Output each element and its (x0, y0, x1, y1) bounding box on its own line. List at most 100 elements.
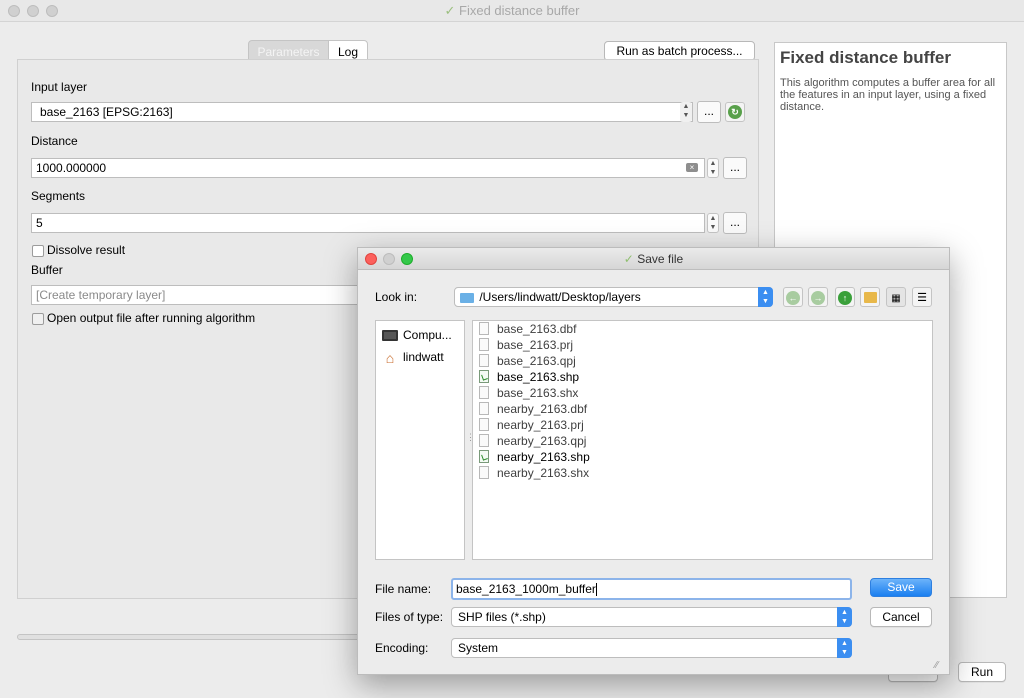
dialog-close-button[interactable] (365, 253, 377, 265)
segments-spinner[interactable]: ▲ ▼ (707, 213, 719, 233)
sidebar-item-computer[interactable]: Compu... (382, 327, 462, 343)
files-of-type-select[interactable]: SHP files (*.shp) ▲ ▼ (451, 607, 852, 627)
file-name-input[interactable]: base_2163_1000m_buffer (451, 578, 852, 600)
iterate-button[interactable]: ↻ (725, 102, 745, 122)
places-sidebar: Compu... ⌂ lindwatt (375, 320, 465, 560)
file-list: base_2163.dbf base_2163.prj base_2163.qp… (472, 320, 933, 560)
input-layer-value: base_2163 [EPSG:2163] (40, 105, 173, 119)
detail-view-button[interactable]: ☰ (912, 287, 932, 307)
list-icon: ☰ (917, 292, 927, 304)
file-icon (479, 338, 489, 352)
look-in-label: Look in: (375, 290, 418, 304)
iterate-icon: ↻ (728, 105, 742, 119)
encoding-label: Encoding: (375, 641, 429, 655)
files-of-type-label: Files of type: (375, 610, 444, 624)
new-folder-button[interactable] (860, 287, 880, 307)
chevron-updown-icon: ▲ ▼ (758, 287, 773, 307)
file-icon (479, 418, 489, 432)
back-icon: ← (786, 291, 800, 305)
open-output-checkbox[interactable] (32, 313, 44, 325)
dialog-titlebar: ✓ Save file (358, 248, 949, 270)
segments-input[interactable]: 5 (31, 213, 705, 233)
list-item[interactable]: nearby_2163.shx (479, 465, 589, 481)
file-icon (479, 322, 489, 336)
shapefile-icon (479, 370, 489, 384)
segments-label: Segments (31, 189, 86, 203)
save-button[interactable]: Save (870, 578, 932, 597)
file-icon (479, 434, 489, 448)
list-item[interactable]: base_2163.dbf (479, 321, 576, 337)
computer-icon (382, 330, 398, 342)
help-title: Fixed distance buffer (780, 48, 951, 67)
dissolve-label: Dissolve result (47, 243, 126, 257)
list-item[interactable]: base_2163.prj (479, 337, 573, 353)
input-layer-browse-button[interactable]: ... (697, 101, 721, 123)
input-layer-select[interactable]: base_2163 [EPSG:2163] ▲ ▼ (31, 102, 693, 122)
home-icon: ⌂ (385, 349, 395, 366)
dialog-title: Save file (637, 252, 684, 266)
qgis-algorithm-icon: ✓ (623, 252, 634, 266)
forward-button[interactable]: → (808, 287, 828, 307)
buffer-placeholder: [Create temporary layer] (36, 288, 166, 302)
chevron-updown-icon: ▲ ▼ (837, 607, 852, 627)
cancel-button[interactable]: Cancel (870, 607, 932, 627)
run-as-batch-button[interactable]: Run as batch process... (604, 41, 755, 61)
dissolve-checkbox[interactable] (32, 245, 44, 257)
qgis-algorithm-icon: ✓ (444, 3, 456, 18)
clear-icon[interactable]: × (686, 163, 698, 172)
window-titlebar: ✓ Fixed distance buffer (0, 0, 1024, 22)
splitter-handle[interactable]: ⋮ (465, 320, 475, 560)
grid-icon: ▦ (891, 293, 901, 304)
list-view-button[interactable]: ▦ (886, 287, 906, 307)
files-of-type-value: SHP files (*.shp) (458, 610, 546, 624)
list-item[interactable]: nearby_2163.shp (479, 449, 590, 465)
progress-bar (17, 634, 362, 640)
back-button[interactable]: ← (783, 287, 803, 307)
look-in-path: /Users/lindwatt/Desktop/layers (479, 290, 641, 304)
distance-spinner[interactable]: ▲ ▼ (707, 158, 719, 178)
window-minimize-button[interactable] (27, 5, 39, 17)
list-item[interactable]: base_2163.shx (479, 385, 578, 401)
file-icon (479, 466, 489, 480)
dialog-minimize-button[interactable] (383, 253, 395, 265)
distance-label: Distance (31, 134, 78, 148)
distance-options-button[interactable]: ... (723, 157, 747, 179)
file-icon (479, 402, 489, 416)
save-file-dialog: ✓ Save file Look in: /Users/lindwatt/Des… (357, 247, 950, 675)
file-icon (479, 386, 489, 400)
up-arrow-icon: ↑ (838, 291, 852, 305)
help-text: This algorithm computes a buffer area fo… (780, 77, 996, 113)
window-title: Fixed distance buffer (459, 3, 580, 18)
list-item[interactable]: base_2163.qpj (479, 353, 576, 369)
encoding-select[interactable]: System ▲ ▼ (451, 638, 852, 658)
buffer-output-field[interactable]: [Create temporary layer] (31, 285, 361, 305)
list-item[interactable]: nearby_2163.dbf (479, 401, 587, 417)
new-folder-icon (863, 292, 877, 303)
run-button[interactable]: Run (958, 662, 1006, 682)
distance-input[interactable]: 1000.000000 × (31, 158, 705, 178)
shapefile-icon (479, 450, 489, 464)
folder-icon (460, 292, 474, 303)
input-layer-label: Input layer (31, 80, 88, 94)
parent-directory-button[interactable]: ↑ (835, 287, 855, 307)
list-item[interactable]: nearby_2163.prj (479, 417, 584, 433)
window-zoom-button[interactable] (46, 5, 58, 17)
segments-value: 5 (36, 216, 43, 230)
file-icon (479, 354, 489, 368)
window-close-button[interactable] (8, 5, 20, 17)
look-in-combo[interactable]: /Users/lindwatt/Desktop/layers ▲ ▼ (454, 287, 773, 307)
resize-grip-icon[interactable]: ∕∕ (935, 660, 938, 671)
buffer-label: Buffer (31, 263, 63, 277)
distance-value: 1000.000000 (36, 161, 107, 175)
dialog-zoom-button[interactable] (401, 253, 413, 265)
open-output-label: Open output file after running algorithm (47, 311, 256, 325)
input-layer-arrow-icon: ▲ ▼ (680, 102, 692, 122)
sidebar-item-home[interactable]: ⌂ lindwatt (382, 349, 462, 365)
segments-options-button[interactable]: ... (723, 212, 747, 234)
list-item[interactable]: base_2163.shp (479, 369, 579, 385)
file-name-value: base_2163_1000m_buffer (456, 582, 596, 596)
chevron-updown-icon: ▲ ▼ (837, 638, 852, 658)
encoding-value: System (458, 641, 499, 655)
list-item[interactable]: nearby_2163.qpj (479, 433, 586, 449)
forward-icon: → (811, 291, 825, 305)
